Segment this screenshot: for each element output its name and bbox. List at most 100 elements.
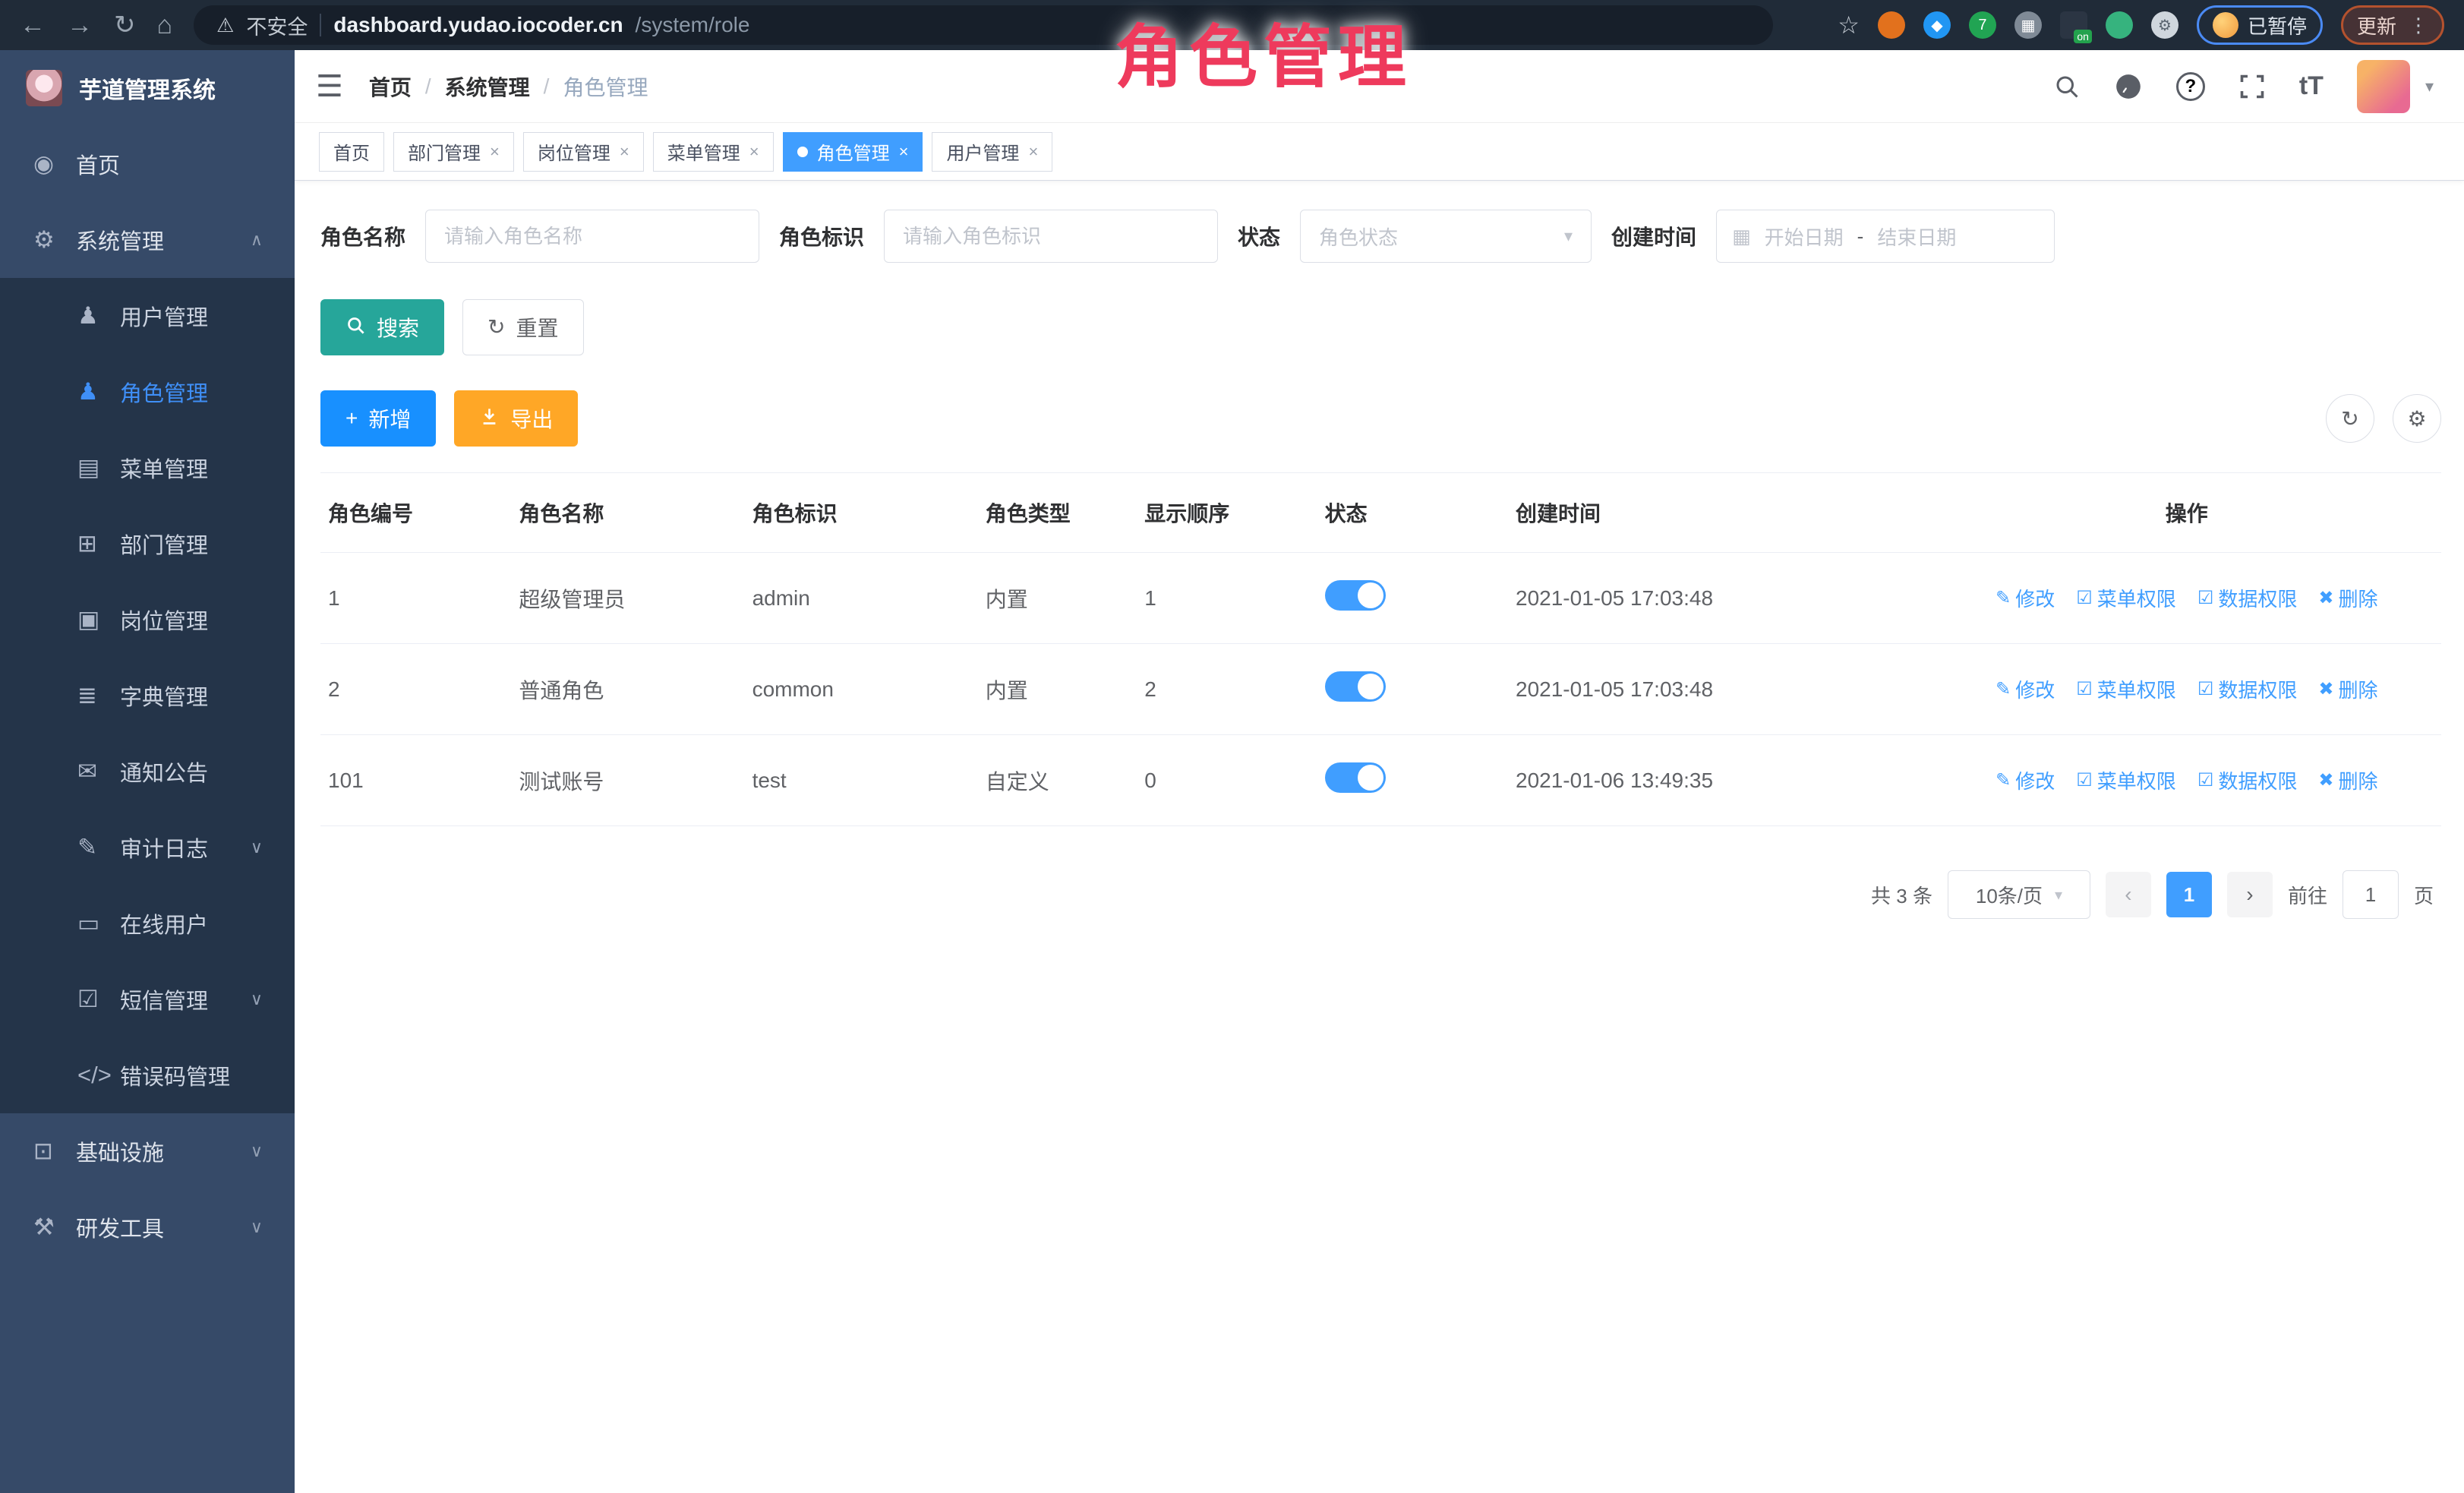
- page-size-select[interactable]: 10条/页 ▾: [1948, 870, 2090, 919]
- prev-page-button[interactable]: ‹: [2106, 872, 2151, 917]
- action-menu-perm[interactable]: ☑菜单权限: [2076, 675, 2176, 703]
- action-menu-perm[interactable]: ☑菜单权限: [2076, 766, 2176, 794]
- avatar-caret-icon[interactable]: ▾: [2425, 77, 2434, 96]
- dept-icon: ⊞: [77, 530, 120, 557]
- search-button[interactable]: 搜索: [320, 299, 444, 355]
- role-table: 角色编号角色名称角色标识角色类型显示顺序状态创建时间操作 1超级管理员admin…: [320, 472, 2441, 826]
- code-icon: </>: [77, 1062, 120, 1089]
- address-bar[interactable]: ⚠ 不安全 dashboard.yudao.iocoder.cn /system…: [194, 5, 1773, 45]
- status-select[interactable]: 角色状态 ▾: [1300, 210, 1592, 263]
- sidebar-item-role[interactable]: ♟角色管理: [0, 354, 295, 430]
- extension-icon-dark[interactable]: on: [2060, 11, 2087, 39]
- action-delete[interactable]: ✖删除: [2318, 584, 2377, 612]
- table-toolbar: + 新增 导出 ↻ ⚙: [320, 390, 2441, 447]
- fullscreen-icon[interactable]: [2238, 73, 2266, 100]
- export-button-label: 导出: [510, 403, 553, 434]
- extension-icon-orange[interactable]: [1878, 11, 1905, 39]
- tab-角色管理[interactable]: 角色管理×: [783, 132, 923, 172]
- close-icon[interactable]: ×: [1028, 142, 1038, 162]
- close-icon[interactable]: ×: [899, 142, 909, 162]
- search-icon[interactable]: [2053, 73, 2081, 100]
- help-icon[interactable]: ?: [2176, 72, 2205, 101]
- action-data-perm[interactable]: ☑数据权限: [2197, 675, 2298, 703]
- extension-icon-plant[interactable]: [2106, 11, 2133, 39]
- filter-row: 角色名称 角色标识 状态 角色状态 ▾ 创建时间 ▦ 开始日期 - 结束日期: [320, 210, 2441, 263]
- sidebar-item-post[interactable]: ▣岗位管理: [0, 582, 295, 658]
- sidebar-item-sms[interactable]: ☑短信管理∨: [0, 961, 295, 1037]
- sidebar-item-infra[interactable]: ⊡基础设施∨: [0, 1113, 295, 1189]
- bookmark-star-icon[interactable]: ☆: [1838, 11, 1860, 39]
- refresh-table-icon[interactable]: ↻: [2326, 394, 2374, 443]
- sidebar-item-dept[interactable]: ⊞部门管理: [0, 506, 295, 582]
- date-range-picker[interactable]: ▦ 开始日期 - 结束日期: [1716, 210, 2055, 263]
- status-toggle[interactable]: [1325, 580, 1386, 611]
- action-delete[interactable]: ✖删除: [2318, 675, 2377, 703]
- action-edit[interactable]: ✎修改: [1995, 675, 2055, 703]
- extension-icon-grid[interactable]: ▦: [2014, 11, 2042, 39]
- sidebar-item-label: 错误码管理: [120, 1059, 230, 1091]
- action-edit[interactable]: ✎修改: [1995, 584, 2055, 612]
- edit-icon: ✎: [1995, 678, 2011, 700]
- sidebar-fold-icon[interactable]: ☰: [316, 69, 343, 104]
- sidebar-item-user[interactable]: ♟用户管理: [0, 278, 295, 354]
- browser-update-button[interactable]: 更新 ⋮: [2341, 5, 2444, 45]
- font-size-icon[interactable]: tT: [2299, 71, 2324, 101]
- profile-paused-pill[interactable]: 已暂停: [2197, 5, 2323, 45]
- tab-首页[interactable]: 首页: [319, 132, 384, 172]
- status-toggle[interactable]: [1325, 671, 1386, 702]
- action-label: 删除: [2338, 584, 2377, 612]
- cell-id: 1: [320, 553, 511, 644]
- extension-icon-green-7[interactable]: 7: [1969, 11, 1996, 39]
- delete-icon: ✖: [2318, 678, 2333, 700]
- sidebar-item-log[interactable]: ✎审计日志∨: [0, 810, 295, 885]
- sidebar-item-tool[interactable]: ⚒研发工具∨: [0, 1189, 295, 1265]
- sidebar-item-gear[interactable]: ⚙系统管理∧: [0, 202, 295, 278]
- action-menu-perm[interactable]: ☑菜单权限: [2076, 584, 2176, 612]
- sidebar-item-code[interactable]: </>错误码管理: [0, 1037, 295, 1113]
- chevron-down-icon: ▾: [2055, 885, 2062, 904]
- close-icon[interactable]: ×: [749, 142, 759, 162]
- column-header: 角色编号: [320, 473, 511, 553]
- sidebar-item-dashboard[interactable]: ◉首页: [0, 126, 295, 202]
- action-delete[interactable]: ✖删除: [2318, 766, 2377, 794]
- reload-icon[interactable]: ↻: [114, 12, 136, 38]
- extension-icon-gem[interactable]: ◆: [1923, 11, 1951, 39]
- extensions-puzzle-icon[interactable]: ⚙: [2151, 11, 2178, 39]
- role-key-input[interactable]: [884, 210, 1218, 263]
- sidebar-item-menu[interactable]: ▤菜单管理: [0, 430, 295, 506]
- tab-部门管理[interactable]: 部门管理×: [393, 132, 514, 172]
- cell-type: 内置: [978, 644, 1137, 735]
- chrome-menu-icon[interactable]: ⋮: [2409, 14, 2428, 37]
- tab-用户管理[interactable]: 用户管理×: [932, 132, 1052, 172]
- action-data-perm[interactable]: ☑数据权限: [2197, 766, 2298, 794]
- sidebar-logo-row[interactable]: 芋道管理系统: [0, 50, 295, 126]
- action-edit[interactable]: ✎修改: [1995, 766, 2055, 794]
- back-icon[interactable]: ←: [20, 12, 46, 38]
- close-icon[interactable]: ×: [620, 142, 629, 162]
- goto-page-input[interactable]: [2343, 870, 2399, 919]
- sidebar-item-online[interactable]: ▭在线用户: [0, 885, 295, 961]
- user-avatar[interactable]: [2357, 60, 2410, 113]
- reset-button[interactable]: ↻ 重置: [462, 299, 583, 355]
- next-page-button[interactable]: ›: [2227, 872, 2273, 917]
- page-number-button[interactable]: 1: [2166, 872, 2212, 917]
- chevron-down-icon: ∨: [251, 1217, 263, 1237]
- column-settings-icon[interactable]: ⚙: [2393, 394, 2441, 443]
- forward-icon[interactable]: →: [67, 12, 93, 38]
- role-name-input[interactable]: [425, 210, 759, 263]
- close-icon[interactable]: ×: [490, 142, 500, 162]
- export-button[interactable]: 导出: [454, 390, 578, 447]
- home-icon[interactable]: ⌂: [157, 12, 173, 38]
- github-icon[interactable]: [2114, 72, 2143, 101]
- status-toggle[interactable]: [1325, 762, 1386, 793]
- tab-岗位管理[interactable]: 岗位管理×: [523, 132, 644, 172]
- sidebar-item-dict[interactable]: ≣字典管理: [0, 658, 295, 734]
- check-circle-icon: ☑: [2197, 769, 2214, 791]
- action-data-perm[interactable]: ☑数据权限: [2197, 584, 2298, 612]
- breadcrumb-item[interactable]: 系统管理: [445, 71, 530, 102]
- tab-菜单管理[interactable]: 菜单管理×: [653, 132, 774, 172]
- sidebar-item-notice[interactable]: ✉通知公告: [0, 734, 295, 810]
- add-button[interactable]: + 新增: [320, 390, 436, 447]
- breadcrumb-item[interactable]: 首页: [369, 71, 412, 102]
- cell-key: admin: [745, 553, 978, 644]
